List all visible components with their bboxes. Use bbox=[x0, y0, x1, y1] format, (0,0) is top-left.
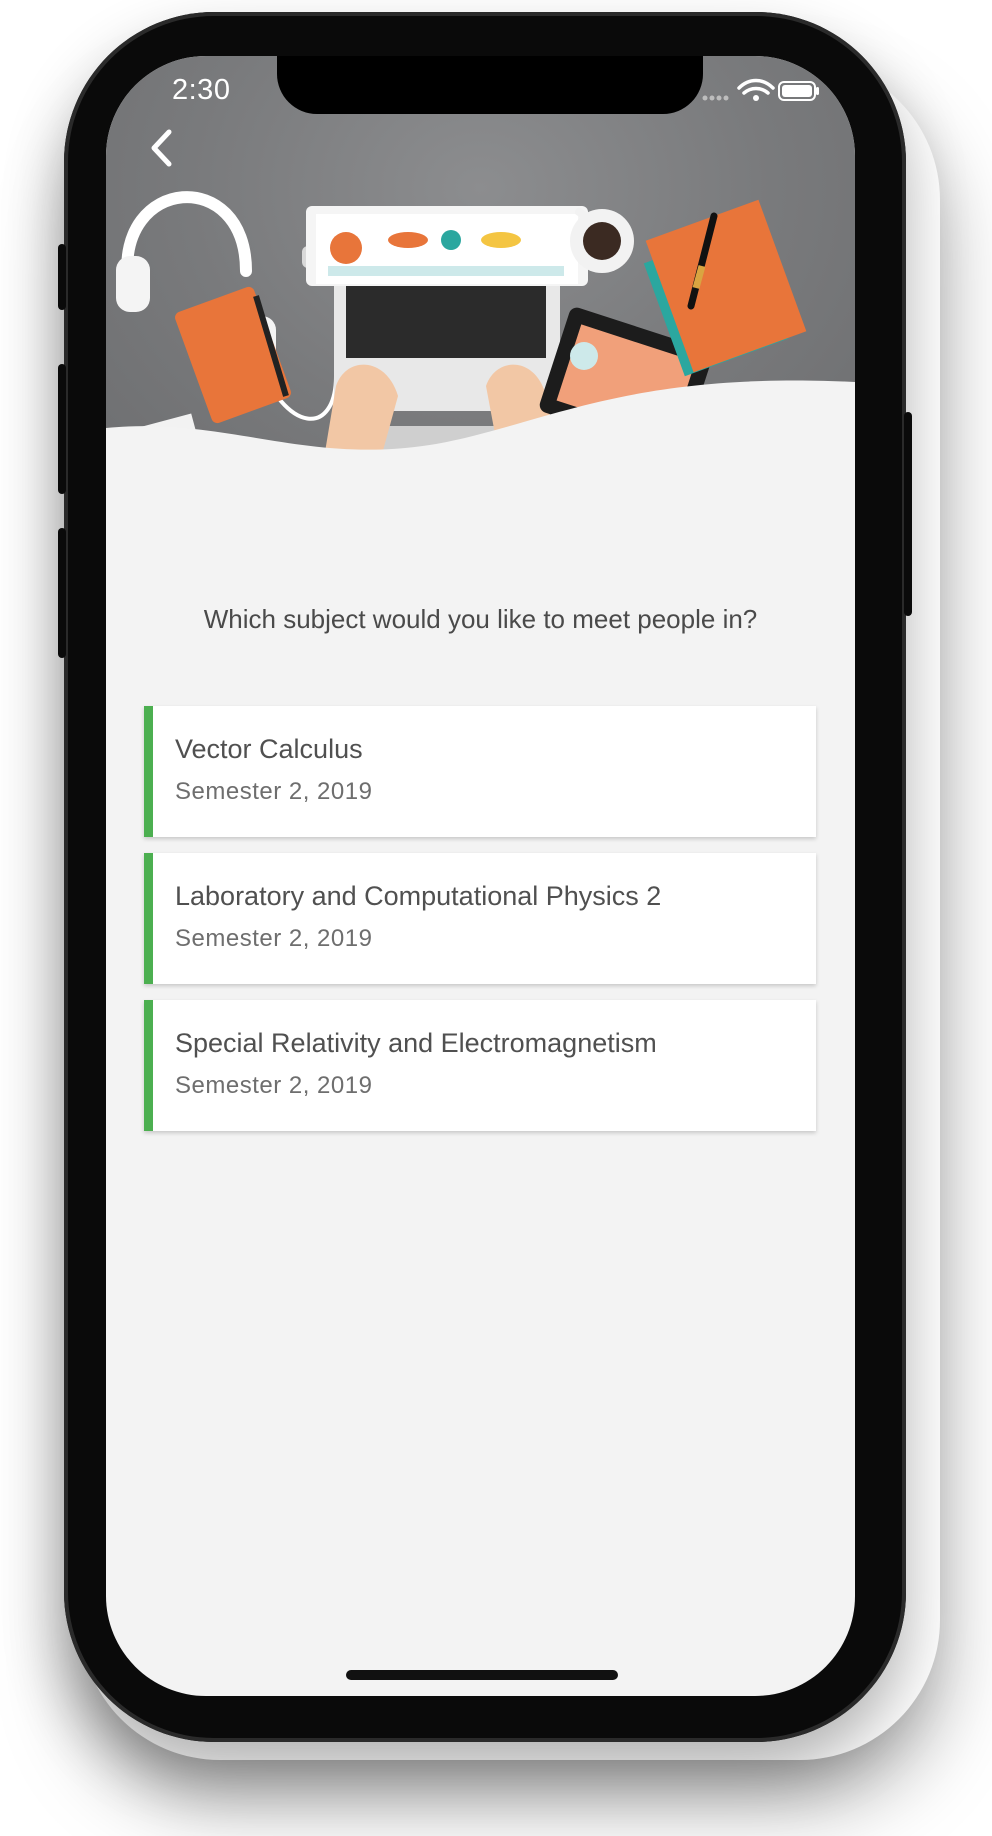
subject-term: Semester 2, 2019 bbox=[175, 925, 373, 952]
subject-question: Which subject would you like to meet peo… bbox=[203, 604, 758, 634]
device-notch bbox=[277, 56, 703, 114]
back-button[interactable] bbox=[138, 124, 186, 172]
chevron-left-icon bbox=[151, 129, 172, 167]
volume-down-button bbox=[58, 528, 66, 658]
subject-term: Semester 2, 2019 bbox=[175, 1072, 373, 1099]
subject-card[interactable]: Laboratory and Computational Physics 2 S… bbox=[144, 853, 816, 984]
app-screen: 2:30 Which subject would you like to mee… bbox=[106, 56, 855, 1696]
wifi-icon bbox=[737, 78, 775, 101]
subject-title: Special Relativity and Electromagnetism bbox=[175, 1028, 657, 1058]
battery-icon bbox=[778, 81, 819, 101]
power-button bbox=[904, 412, 912, 616]
subject-card[interactable]: Vector Calculus Semester 2, 2019 bbox=[144, 706, 816, 837]
subject-term: Semester 2, 2019 bbox=[175, 778, 373, 805]
mute-switch bbox=[58, 244, 66, 310]
home-indicator[interactable] bbox=[346, 1670, 618, 1680]
status-time: 2:30 bbox=[172, 74, 231, 106]
header-illustration bbox=[106, 56, 855, 496]
subject-card[interactable]: Special Relativity and Electromagnetism … bbox=[144, 1000, 816, 1131]
coffee-cup-icon bbox=[570, 207, 634, 273]
volume-up-button bbox=[58, 364, 66, 494]
subject-title: Laboratory and Computational Physics 2 bbox=[175, 881, 662, 911]
notebook-icon bbox=[175, 286, 291, 424]
signal-icon bbox=[702, 95, 729, 101]
subject-title: Vector Calculus bbox=[175, 734, 363, 764]
status-icons bbox=[701, 78, 821, 108]
